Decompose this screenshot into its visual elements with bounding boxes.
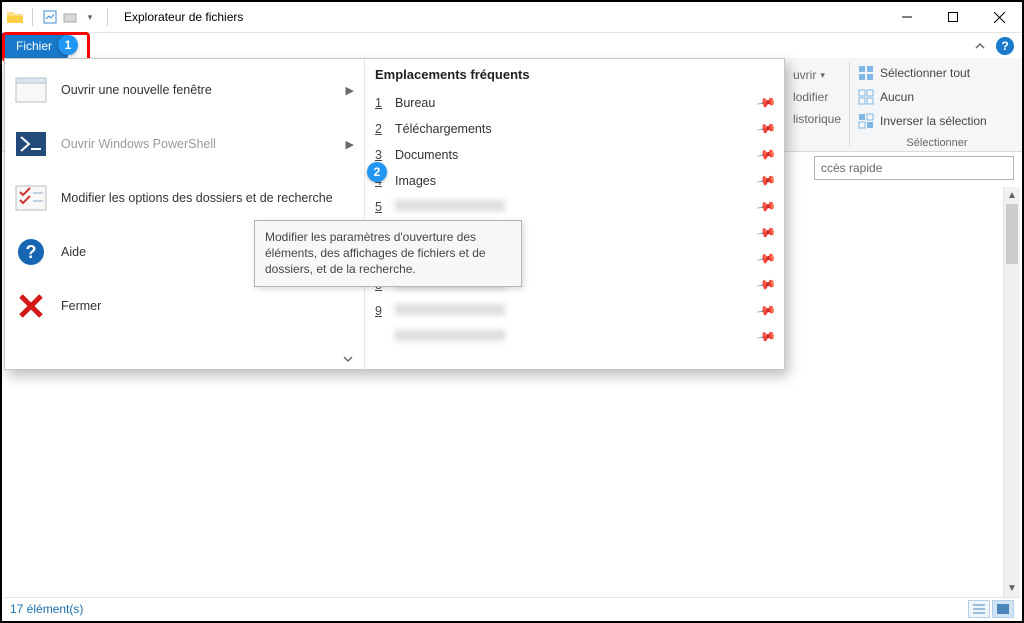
folder-options-button[interactable]: Modifier les options des dossiers et de … [5,171,364,225]
scrollbar[interactable]: ▲ ▼ [1003,187,1020,597]
frequent-place-item[interactable]: 9📌 [375,298,774,324]
divider [107,8,108,26]
tooltip: Modifier les paramètres d'ouverture des … [254,220,522,287]
svg-text:?: ? [26,242,37,262]
ribbon-group-label: Sélectionner [858,137,1016,149]
submenu-arrow-icon: ▶ [346,138,354,151]
annotation-callout-1: 1 [58,35,78,55]
pin-icon[interactable]: 📌 [755,326,777,348]
invert-selection-button[interactable]: Inverser la sélection [858,110,1016,132]
frequent-place-item[interactable]: 📌 [375,324,774,350]
pin-icon[interactable]: 📌 [755,274,777,296]
thumbnails-view-button[interactable] [992,600,1014,618]
pin-icon[interactable]: 📌 [755,144,777,166]
new-folder-icon[interactable] [61,8,79,26]
status-bar: 17 élément(s) [4,597,1020,619]
scrollbar-thumb[interactable] [1006,204,1018,264]
invert-selection-icon [858,113,874,129]
window-title: Explorateur de fichiers [118,10,243,24]
search-placeholder-fragment: ccès rapide [821,161,882,175]
file-tab[interactable]: Fichier 1 [2,33,68,58]
frequent-place-item[interactable]: 4Images📌 [375,168,774,194]
select-none-icon [858,89,874,105]
frequent-place-item[interactable]: 2Téléchargements📌 [375,116,774,142]
ribbon-tabstrip: Fichier 1 ? [2,33,1022,58]
file-tab-label: Fichier [16,39,52,53]
select-all-icon [858,65,874,81]
frequent-place-item[interactable]: 3Documents📌 [375,142,774,168]
pin-icon[interactable]: 📌 [755,92,777,114]
ribbon-collapse-icon[interactable] [974,40,986,52]
scroll-down-icon[interactable]: ▼ [1004,580,1020,597]
maximize-button[interactable] [930,2,976,33]
file-menu-left: Ouvrir une nouvelle fenêtre ▶ Ouvrir Win… [5,59,365,369]
ribbon-group-select: Sélectionner tout Aucun Inverser la séle… [852,58,1022,151]
window-controls [884,2,1022,33]
new-window-button[interactable]: Ouvrir une nouvelle fenêtre ▶ [5,63,364,117]
frequent-place-item[interactable]: 1Bureau📌 [375,90,774,116]
scroll-up-icon[interactable]: ▲ [1004,187,1020,204]
file-menu-dropdown-icon[interactable] [342,353,354,365]
file-menu-right: Emplacements fréquents 1Bureau📌2Téléchar… [365,59,784,369]
select-none-button[interactable]: Aucun [858,86,1016,108]
item-count: 17 élément(s) [10,602,83,616]
frequent-places-header: Emplacements fréquents [375,67,774,82]
pin-icon[interactable]: 📌 [755,196,777,218]
frequent-place-item[interactable]: 5📌 [375,194,774,220]
select-all-button[interactable]: Sélectionner tout [858,62,1016,84]
qat-dropdown-icon[interactable]: ▾ [81,8,99,26]
annotation-callout-2: 2 [367,162,387,182]
options-icon [15,184,47,212]
details-view-button[interactable] [968,600,990,618]
pin-icon[interactable]: 📌 [755,170,777,192]
quick-access-toolbar: ▾ [2,8,118,26]
pin-icon[interactable]: 📌 [755,118,777,140]
pin-icon[interactable]: 📌 [755,248,777,270]
help-icon: ? [15,238,47,266]
close-button[interactable]: Fermer [5,279,364,333]
close-icon [15,292,47,320]
new-window-icon [15,76,47,104]
help-icon[interactable]: ? [996,37,1014,55]
minimize-button[interactable] [884,2,930,33]
pin-icon[interactable]: 📌 [755,300,777,322]
close-button[interactable] [976,2,1022,33]
pin-icon[interactable]: 📌 [755,222,777,244]
properties-icon[interactable] [41,8,59,26]
divider [32,8,33,26]
ribbon-group-fragment: uvrir▾ lodifier listorique [787,58,847,151]
titlebar: ▾ Explorateur de fichiers [2,2,1022,33]
search-input[interactable]: ccès rapide [814,156,1014,180]
explorer-icon [6,8,24,26]
submenu-arrow-icon: ▶ [346,84,354,97]
powershell-icon [15,130,47,158]
powershell-button[interactable]: Ouvrir Windows PowerShell ▶ [5,117,364,171]
file-menu: Ouvrir une nouvelle fenêtre ▶ Ouvrir Win… [4,58,785,370]
